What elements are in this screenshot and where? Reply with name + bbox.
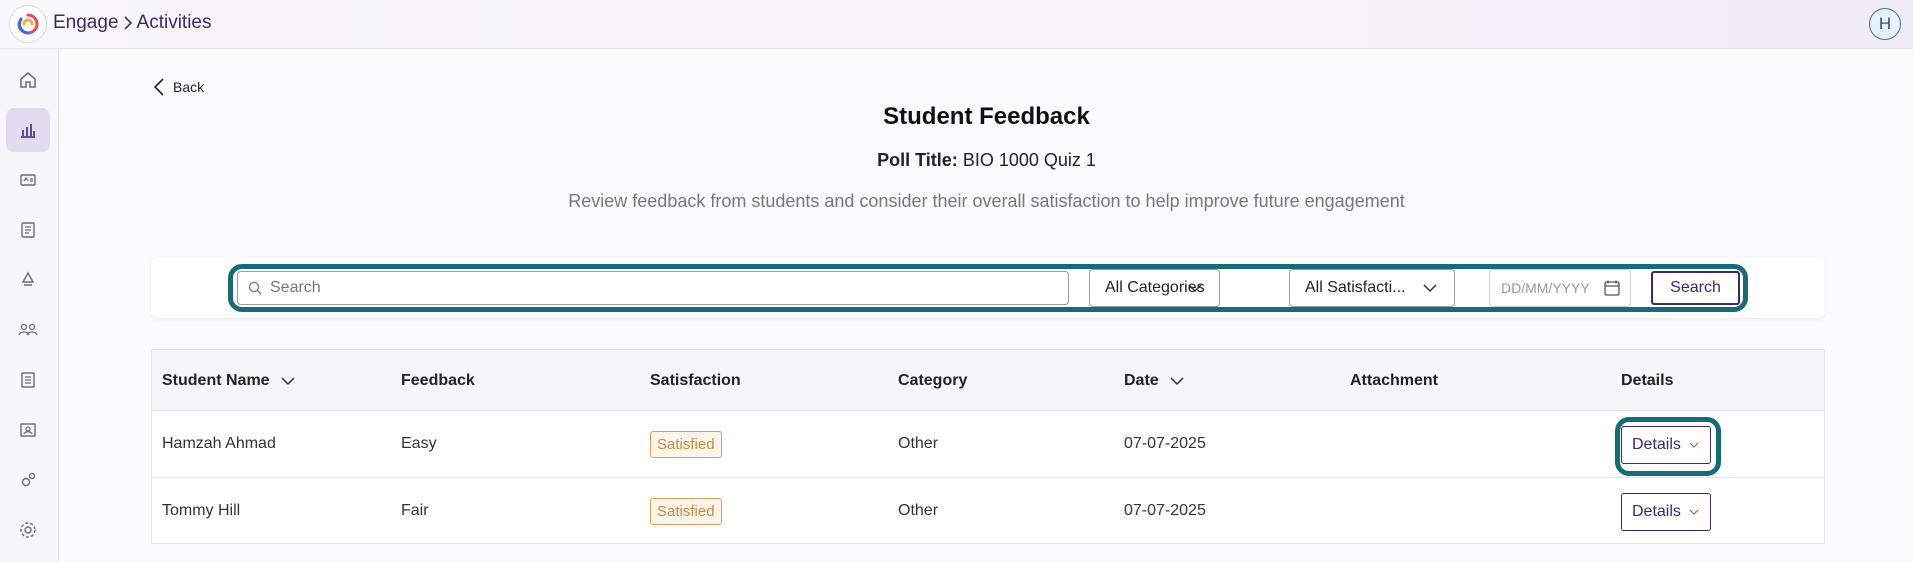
column-label: Student Name — [162, 372, 270, 389]
cell-category: Other — [898, 435, 939, 452]
main-content: Back Student Feedback Poll Title: BIO 10… — [60, 49, 1913, 562]
search-icon — [248, 281, 262, 295]
sidebar-item-settings[interactable] — [6, 508, 50, 552]
sidebar-item-contacts[interactable] — [6, 408, 50, 452]
cell-student-name: Tommy Hill — [162, 502, 241, 519]
recycle-icon — [21, 271, 35, 286]
satisfaction-select[interactable]: All Satisfacti... — [1289, 269, 1455, 307]
users-icon — [18, 323, 38, 336]
sort-chevron-icon — [1170, 377, 1184, 386]
column-category: Category — [898, 372, 968, 389]
sidebar-item-home[interactable] — [6, 58, 50, 102]
page-title: Student Feedback — [883, 103, 1090, 130]
cell-feedback: Fair — [401, 502, 429, 519]
poll-title-value: BIO 1000 Quiz 1 — [962, 150, 1096, 170]
chevron-down-icon — [1689, 509, 1699, 515]
sidebar-item-integrations[interactable] — [6, 458, 50, 502]
back-link[interactable]: Back — [153, 77, 204, 97]
date-placeholder: DD/MM/YYYY — [1501, 280, 1590, 296]
details-button[interactable]: Details — [1621, 493, 1711, 531]
search-field[interactable] — [237, 271, 1069, 305]
sort-chevron-icon — [281, 377, 295, 386]
document-icon — [21, 372, 35, 388]
cell-feedback: Easy — [401, 435, 437, 452]
feedback-table: Student Name Feedback Satisfaction Categ… — [151, 349, 1825, 544]
satisfaction-select-value: All Satisfacti... — [1305, 279, 1406, 296]
poll-title: Poll Title: BIO 1000 Quiz 1 — [60, 150, 1913, 171]
id-card-icon — [20, 174, 36, 186]
breadcrumb: Engage Activities — [53, 12, 211, 34]
back-label: Back — [173, 79, 205, 95]
poll-title-label: Poll Title: — [877, 150, 958, 170]
home-icon — [20, 72, 36, 88]
column-date[interactable]: Date — [1124, 372, 1185, 390]
cell-student-name: Hamzah Ahmad — [162, 435, 276, 452]
chevron-down-icon — [1423, 284, 1437, 293]
date-field[interactable]: DD/MM/YYYY — [1489, 269, 1631, 307]
sidebar — [0, 49, 59, 562]
sidebar-item-notes[interactable] — [6, 208, 50, 252]
sidebar-item-users[interactable] — [6, 308, 50, 352]
column-attachment: Attachment — [1350, 372, 1439, 389]
cell-date: 07-07-2025 — [1124, 502, 1206, 519]
chevron-down-icon — [1188, 284, 1202, 293]
cell-category: Other — [898, 502, 939, 519]
cell-date: 07-07-2025 — [1124, 435, 1206, 452]
page-description: Review feedback from students and consid… — [568, 191, 1405, 211]
sidebar-item-analytics[interactable] — [6, 108, 50, 152]
gears-icon — [21, 472, 36, 487]
avatar[interactable]: H — [1869, 8, 1901, 40]
column-details: Details — [1621, 372, 1674, 389]
column-student-name[interactable]: Student Name — [162, 372, 296, 390]
table-header: Student Name Feedback Satisfaction Categ… — [152, 350, 1824, 411]
contact-card-icon — [20, 423, 36, 437]
chevron-right-icon — [122, 14, 134, 32]
column-feedback: Feedback — [401, 372, 475, 389]
sidebar-item-documents[interactable] — [6, 358, 50, 402]
notebook-icon — [21, 222, 35, 238]
calendar-icon[interactable] — [1603, 279, 1621, 297]
chevron-left-icon — [153, 78, 164, 96]
details-label: Details — [1632, 503, 1681, 520]
column-satisfaction: Satisfaction — [650, 372, 741, 389]
search-button[interactable]: Search — [1651, 271, 1740, 305]
status-badge: Satisfied — [650, 431, 722, 458]
breadcrumb-engage[interactable]: Engage — [53, 12, 119, 34]
details-highlight — [1615, 417, 1721, 476]
sidebar-item-profiles[interactable] — [6, 158, 50, 202]
settings-icon — [20, 522, 36, 538]
bar-chart-icon — [21, 124, 35, 138]
app-logo[interactable] — [9, 5, 47, 43]
category-select[interactable]: All Categories — [1089, 269, 1220, 307]
logo-swirl-icon — [17, 13, 39, 35]
sidebar-item-recycle[interactable] — [6, 258, 50, 302]
table-row: Tommy Hill Fair Satisfied Other 07-07-20… — [152, 479, 1824, 545]
breadcrumb-activities: Activities — [136, 12, 212, 33]
top-bar: Engage Activities H — [0, 0, 1913, 49]
column-label: Date — [1124, 372, 1159, 389]
status-badge: Satisfied — [650, 498, 722, 525]
table-row: Hamzah Ahmad Easy Satisfied Other 07-07-… — [152, 412, 1824, 478]
search-input[interactable] — [270, 279, 1050, 297]
